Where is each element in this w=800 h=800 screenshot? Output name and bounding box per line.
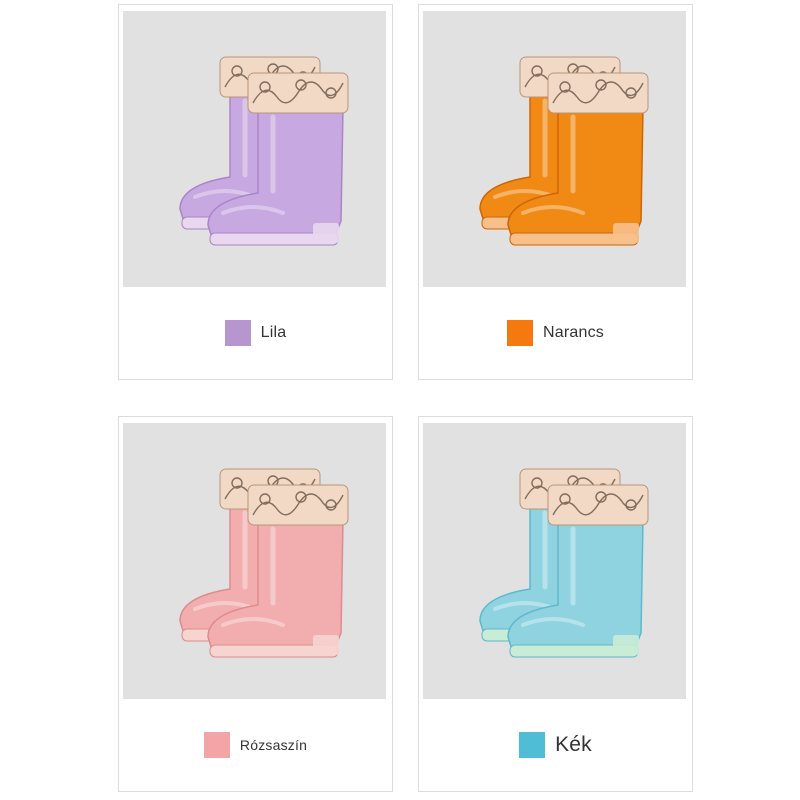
color-name: Kék xyxy=(555,733,592,756)
product-card-lila[interactable]: Lila xyxy=(118,4,393,380)
color-option[interactable]: Kék xyxy=(511,726,600,764)
color-name: Narancs xyxy=(543,324,604,341)
color-name: Rózsaszín xyxy=(239,737,308,753)
color-option[interactable]: Narancs xyxy=(499,314,612,352)
color-option[interactable]: Rózsaszín xyxy=(195,726,316,764)
product-card-narancs[interactable]: Narancs xyxy=(418,4,693,380)
rain-boots-image[interactable] xyxy=(423,423,686,699)
product-card-kek[interactable]: Kék xyxy=(418,416,693,792)
color-swatch xyxy=(203,732,230,758)
color-name: Lila xyxy=(260,324,287,341)
color-swatch xyxy=(224,320,251,346)
product-card-rozsaszin[interactable]: Rózsaszín xyxy=(118,416,393,792)
color-swatch xyxy=(507,320,533,346)
color-option[interactable]: Lila xyxy=(216,314,295,352)
rain-boots-image[interactable] xyxy=(423,11,686,287)
rain-boots-image[interactable] xyxy=(123,423,386,699)
color-swatch xyxy=(519,732,546,758)
rain-boots-image[interactable] xyxy=(123,11,386,287)
